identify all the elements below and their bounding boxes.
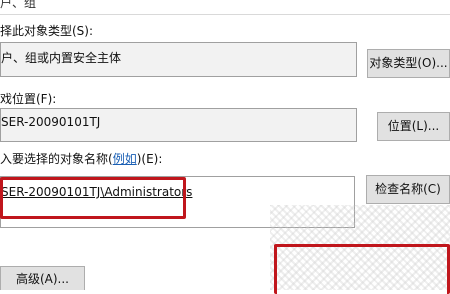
examples-link[interactable]: 例如 <box>113 152 137 166</box>
ok-highlight-box <box>274 244 450 294</box>
locations-button[interactable]: 位置(L)... <box>377 112 450 141</box>
object-type-label: 择此对象类型(S): <box>0 24 94 38</box>
entry-highlight-box <box>0 177 186 219</box>
dialog-title-bar: 户、组 <box>0 0 450 15</box>
dialog-title: 户、组 <box>0 0 37 10</box>
object-names-label-suffix: )(E): <box>136 152 163 166</box>
object-names-label-prefix: 入要选择的对象名称( <box>0 152 113 166</box>
object-type-value: 户、组或内置安全主体 <box>1 51 122 65</box>
object-types-button[interactable]: 对象类型(O)... <box>367 49 450 78</box>
object-names-label: 入要选择的对象名称(例如)(E): <box>0 150 162 167</box>
location-label: 戏位置(F): <box>0 92 57 106</box>
location-field: SER-20090101TJ <box>0 108 357 142</box>
object-type-field: 户、组或内置安全主体 <box>0 42 357 77</box>
advanced-button[interactable]: 高级(A)... <box>0 266 85 290</box>
location-value: SER-20090101TJ <box>1 115 101 129</box>
check-names-button[interactable]: 检查名称(C) <box>366 175 450 204</box>
